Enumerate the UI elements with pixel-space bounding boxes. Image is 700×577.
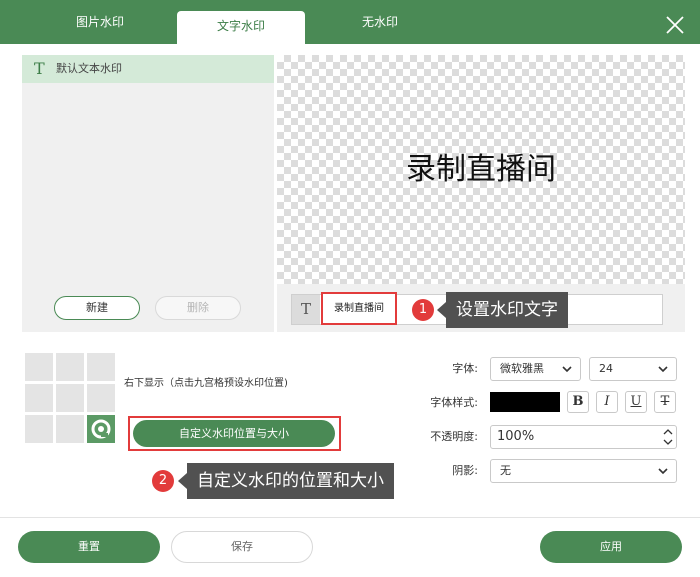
- grid-cell-top-left[interactable]: [25, 353, 53, 381]
- apply-button[interactable]: 应用: [540, 531, 682, 563]
- save-button[interactable]: 保存: [171, 531, 313, 563]
- text-type-icon: T: [34, 59, 45, 78]
- watermark-logo-icon: [91, 419, 111, 439]
- callout-arrow: [178, 473, 187, 489]
- callout-set-text: 设置水印文字: [446, 292, 568, 328]
- grid-cell-center[interactable]: [56, 384, 84, 412]
- font-select[interactable]: 微软雅黑: [490, 357, 581, 381]
- grid-cell-top-center[interactable]: [56, 353, 84, 381]
- position-label: 右下显示（点击九宫格预设水印位置): [124, 378, 288, 389]
- callout-custom-position: 自定义水印的位置和大小: [187, 463, 394, 499]
- spinner-icon[interactable]: [662, 426, 674, 448]
- font-style-label: 字体样式:: [430, 396, 478, 409]
- preview-watermark-text: 录制直播间: [406, 152, 556, 187]
- strikethrough-button[interactable]: T: [654, 391, 676, 413]
- delete-button[interactable]: 删除: [155, 296, 241, 320]
- grid-cell-bottom-left[interactable]: [25, 415, 53, 443]
- bold-button[interactable]: B: [567, 391, 589, 413]
- text-type-icon: T: [292, 295, 320, 324]
- grid-cell-top-right[interactable]: [87, 353, 115, 381]
- italic-button[interactable]: I: [596, 391, 618, 413]
- step-badge-1: 1: [412, 299, 434, 321]
- list-item-label: 默认文本水印: [56, 62, 122, 75]
- chevron-down-icon: [562, 366, 572, 373]
- font-value: 微软雅黑: [500, 362, 544, 375]
- opacity-input[interactable]: 100%: [490, 425, 677, 449]
- opacity-label: 不透明度:: [430, 430, 478, 443]
- color-picker[interactable]: [490, 392, 560, 412]
- footer-divider: [0, 517, 700, 518]
- shadow-select[interactable]: 无: [490, 459, 677, 483]
- font-label: 字体:: [452, 362, 478, 375]
- shadow-value: 无: [500, 464, 511, 477]
- tab-text-watermark[interactable]: 文字水印: [177, 11, 305, 44]
- close-icon[interactable]: [664, 14, 686, 36]
- chevron-down-icon: [658, 468, 668, 475]
- watermark-text-input[interactable]: 录制直播间: [321, 292, 397, 325]
- tab-no-watermark[interactable]: 无水印: [320, 0, 440, 44]
- grid-cell-middle-left[interactable]: [25, 384, 53, 412]
- chevron-down-icon: [658, 366, 668, 373]
- watermark-list: [22, 55, 274, 332]
- grid-cell-bottom-center[interactable]: [56, 415, 84, 443]
- custom-position-button[interactable]: 自定义水印位置与大小: [133, 420, 335, 447]
- reset-button[interactable]: 重置: [18, 531, 160, 563]
- grid-cell-bottom-right[interactable]: [87, 415, 115, 443]
- callout-arrow: [437, 302, 446, 318]
- font-size-select[interactable]: 24: [589, 357, 677, 381]
- new-button[interactable]: 新建: [54, 296, 140, 320]
- step-badge-2: 2: [152, 470, 174, 492]
- underline-button[interactable]: U: [625, 391, 647, 413]
- grid-cell-middle-right[interactable]: [87, 384, 115, 412]
- tab-image-watermark[interactable]: 图片水印: [40, 0, 160, 44]
- shadow-label: 阴影:: [452, 464, 478, 477]
- font-size-value: 24: [599, 362, 613, 375]
